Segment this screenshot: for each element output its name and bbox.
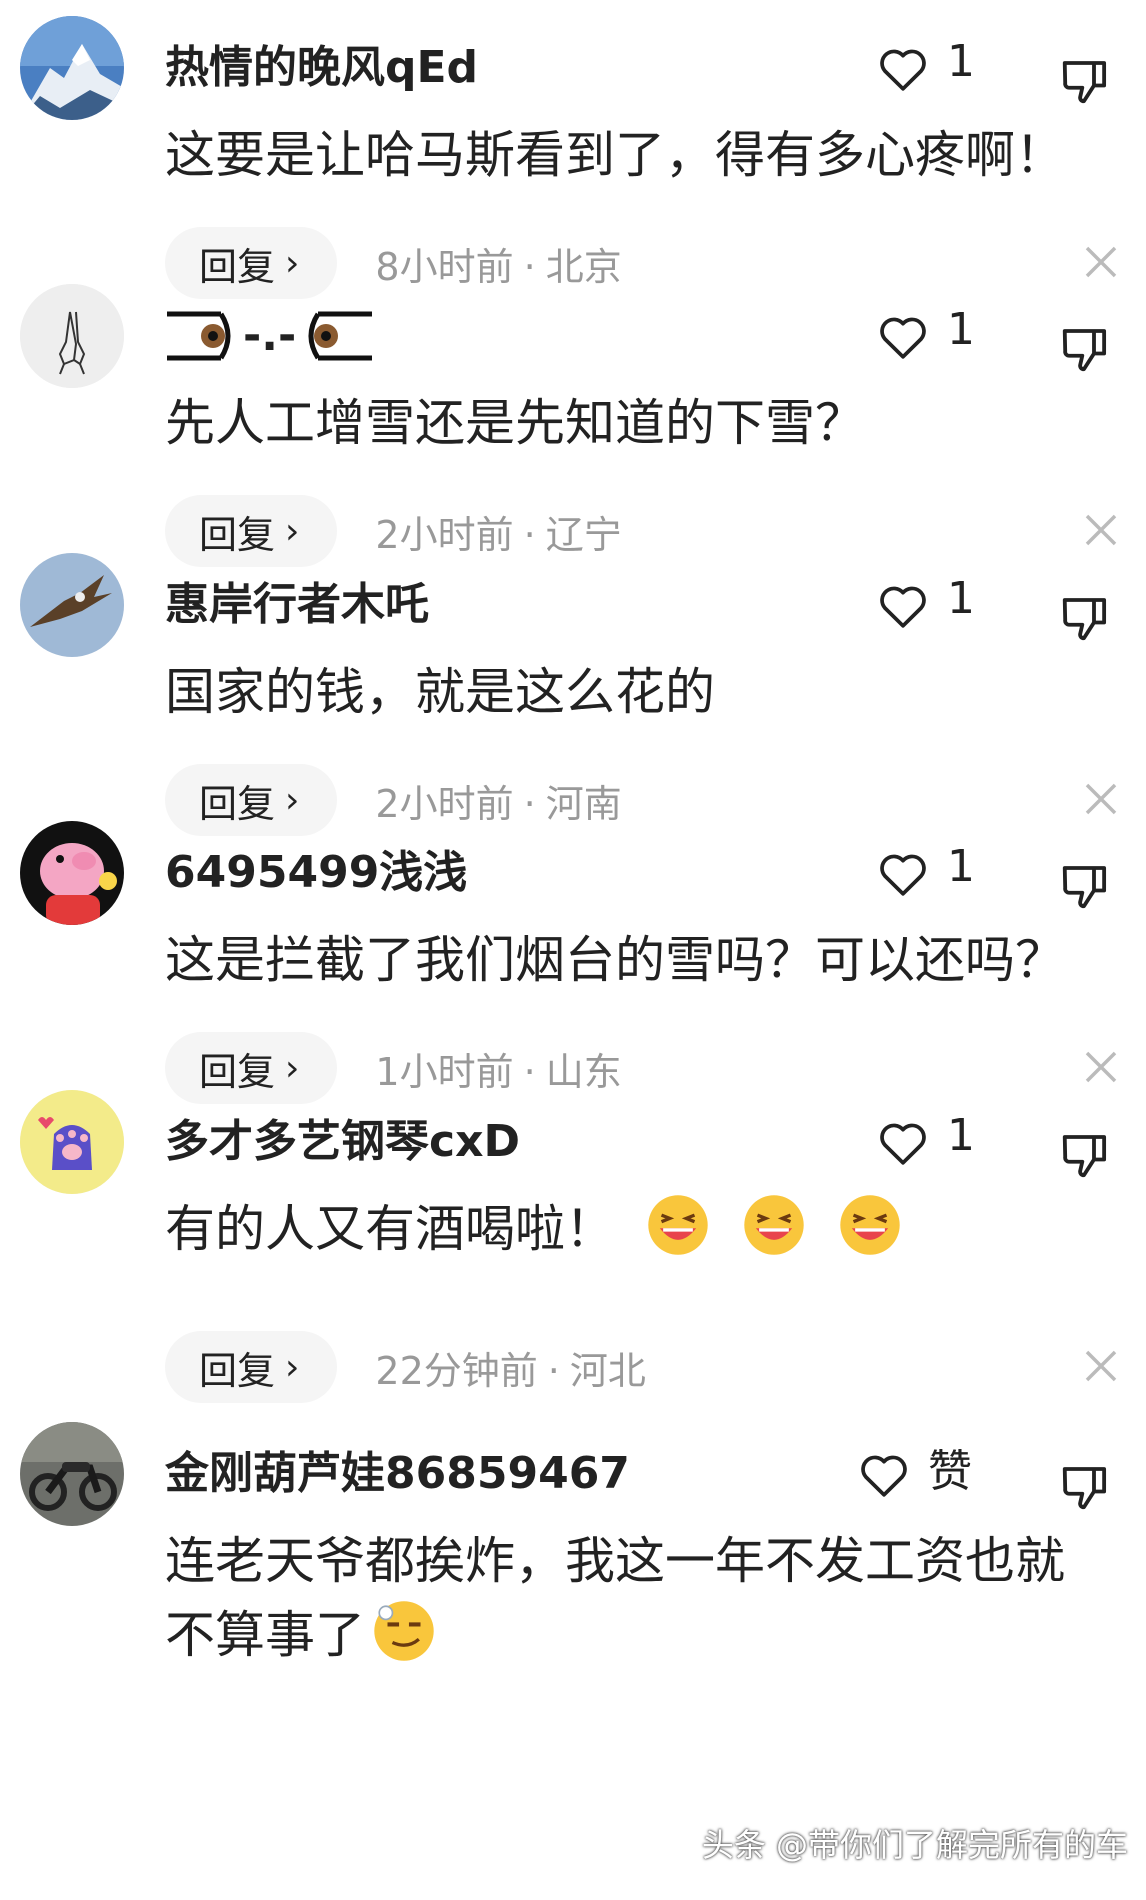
mountain-avatar[interactable] bbox=[20, 16, 124, 120]
chevron-right-icon: › bbox=[285, 242, 300, 284]
motorcycle-avatar[interactable] bbox=[20, 1422, 124, 1526]
like-button[interactable]: 1 bbox=[875, 839, 975, 909]
close-icon[interactable] bbox=[1080, 509, 1122, 551]
like-button[interactable]: 1 bbox=[875, 571, 975, 641]
thumbs-down-icon[interactable] bbox=[1058, 591, 1112, 645]
comment-text: 有的人又有酒喝啦！ bbox=[165, 1192, 1105, 1266]
username[interactable]: 金刚葫芦娃86859467 bbox=[165, 1444, 630, 1504]
smirk-emoji bbox=[374, 1601, 434, 1661]
like-button[interactable]: 1 bbox=[875, 302, 975, 372]
thumbs-down-icon[interactable] bbox=[1058, 1460, 1112, 1514]
heart-icon[interactable] bbox=[856, 1447, 912, 1503]
username[interactable]: 惠岸行者木吒 bbox=[165, 575, 429, 635]
meta-row: 回复 › 2小时前 · 辽宁 bbox=[165, 494, 622, 568]
heart-icon[interactable] bbox=[875, 309, 931, 365]
reply-button[interactable]: 回复 › bbox=[165, 764, 338, 836]
comment-text: 这要是让哈马斯看到了，得有多心疼啊！ bbox=[165, 126, 1065, 184]
watermark: 头条 @带你们了解完所有的车 bbox=[701, 1826, 1128, 1864]
like-count: 1 bbox=[947, 1109, 975, 1161]
timestamp-location: 2小时前 · 河南 bbox=[375, 781, 622, 826]
meta-row: 回复 › 22分钟前 · 河北 bbox=[165, 1330, 646, 1404]
laughing-emoji bbox=[840, 1195, 900, 1255]
timestamp-location: 8小时前 · 北京 bbox=[375, 244, 622, 289]
chevron-right-icon: › bbox=[285, 1047, 300, 1089]
eye-icon bbox=[167, 311, 231, 361]
like-button[interactable]: 赞 bbox=[856, 1440, 972, 1510]
laughing-emoji bbox=[648, 1195, 708, 1255]
meta-row: 回复 › 8小时前 · 北京 bbox=[165, 226, 622, 300]
meta-row: 回复 › 2小时前 · 河南 bbox=[165, 763, 622, 837]
reply-button[interactable]: 回复 › bbox=[165, 227, 338, 299]
praying-hands-avatar[interactable] bbox=[20, 284, 124, 388]
close-icon[interactable] bbox=[1080, 778, 1122, 820]
comment-text: 先人工增雪还是先知道的下雪？ bbox=[165, 394, 865, 452]
meta-row: 回复 › 1小时前 · 山东 bbox=[165, 1031, 622, 1105]
timestamp-location: 2小时前 · 辽宁 bbox=[375, 512, 622, 557]
thumbs-down-icon[interactable] bbox=[1058, 1128, 1112, 1182]
like-button[interactable]: 1 bbox=[875, 34, 975, 104]
reply-button[interactable]: 回复 › bbox=[165, 1032, 338, 1104]
like-count: 赞 bbox=[928, 1446, 972, 1497]
reply-button[interactable]: 回复 › bbox=[165, 495, 338, 567]
comment-text: 国家的钱，就是这么花的 bbox=[165, 663, 715, 721]
chevron-right-icon: › bbox=[285, 779, 300, 821]
like-button[interactable]: 1 bbox=[875, 1108, 975, 1178]
heart-icon[interactable] bbox=[875, 1115, 931, 1171]
timestamp-location: 1小时前 · 山东 bbox=[375, 1049, 622, 1094]
like-count: 1 bbox=[947, 35, 975, 87]
cat-paw-avatar[interactable] bbox=[20, 1090, 124, 1194]
like-count: 1 bbox=[947, 303, 975, 355]
username[interactable]: 多才多艺钢琴cxD bbox=[165, 1112, 520, 1172]
username[interactable]: 6495499浅浅 bbox=[165, 843, 467, 903]
peppa-pig-avatar[interactable] bbox=[20, 821, 124, 925]
username[interactable]: -.- bbox=[165, 306, 374, 366]
close-icon[interactable] bbox=[1080, 241, 1122, 283]
thumbs-down-icon[interactable] bbox=[1058, 322, 1112, 376]
timestamp-location: 22分钟前 · 河北 bbox=[375, 1348, 646, 1393]
like-count: 1 bbox=[947, 572, 975, 624]
comment-text: 这是拦截了我们烟台的雪吗？可以还吗？ bbox=[165, 931, 1065, 989]
reply-button[interactable]: 回复 › bbox=[165, 1331, 338, 1403]
eagle-avatar[interactable] bbox=[20, 553, 124, 657]
laughing-emoji bbox=[744, 1195, 804, 1255]
close-icon[interactable] bbox=[1080, 1046, 1122, 1088]
close-icon[interactable] bbox=[1080, 1345, 1122, 1387]
heart-icon[interactable] bbox=[875, 578, 931, 634]
chevron-right-icon: › bbox=[285, 1346, 300, 1388]
thumbs-down-icon[interactable] bbox=[1058, 54, 1112, 108]
eye-icon bbox=[308, 311, 373, 361]
username[interactable]: 热情的晚风qEd bbox=[165, 38, 478, 98]
heart-icon[interactable] bbox=[875, 41, 931, 97]
comment-text: 连老天爷都挨炸，我这一年不发工资也就不算事了 bbox=[165, 1532, 1065, 1664]
thumbs-down-icon[interactable] bbox=[1058, 859, 1112, 913]
like-count: 1 bbox=[947, 840, 975, 892]
chevron-right-icon: › bbox=[285, 510, 300, 552]
heart-icon[interactable] bbox=[875, 846, 931, 902]
